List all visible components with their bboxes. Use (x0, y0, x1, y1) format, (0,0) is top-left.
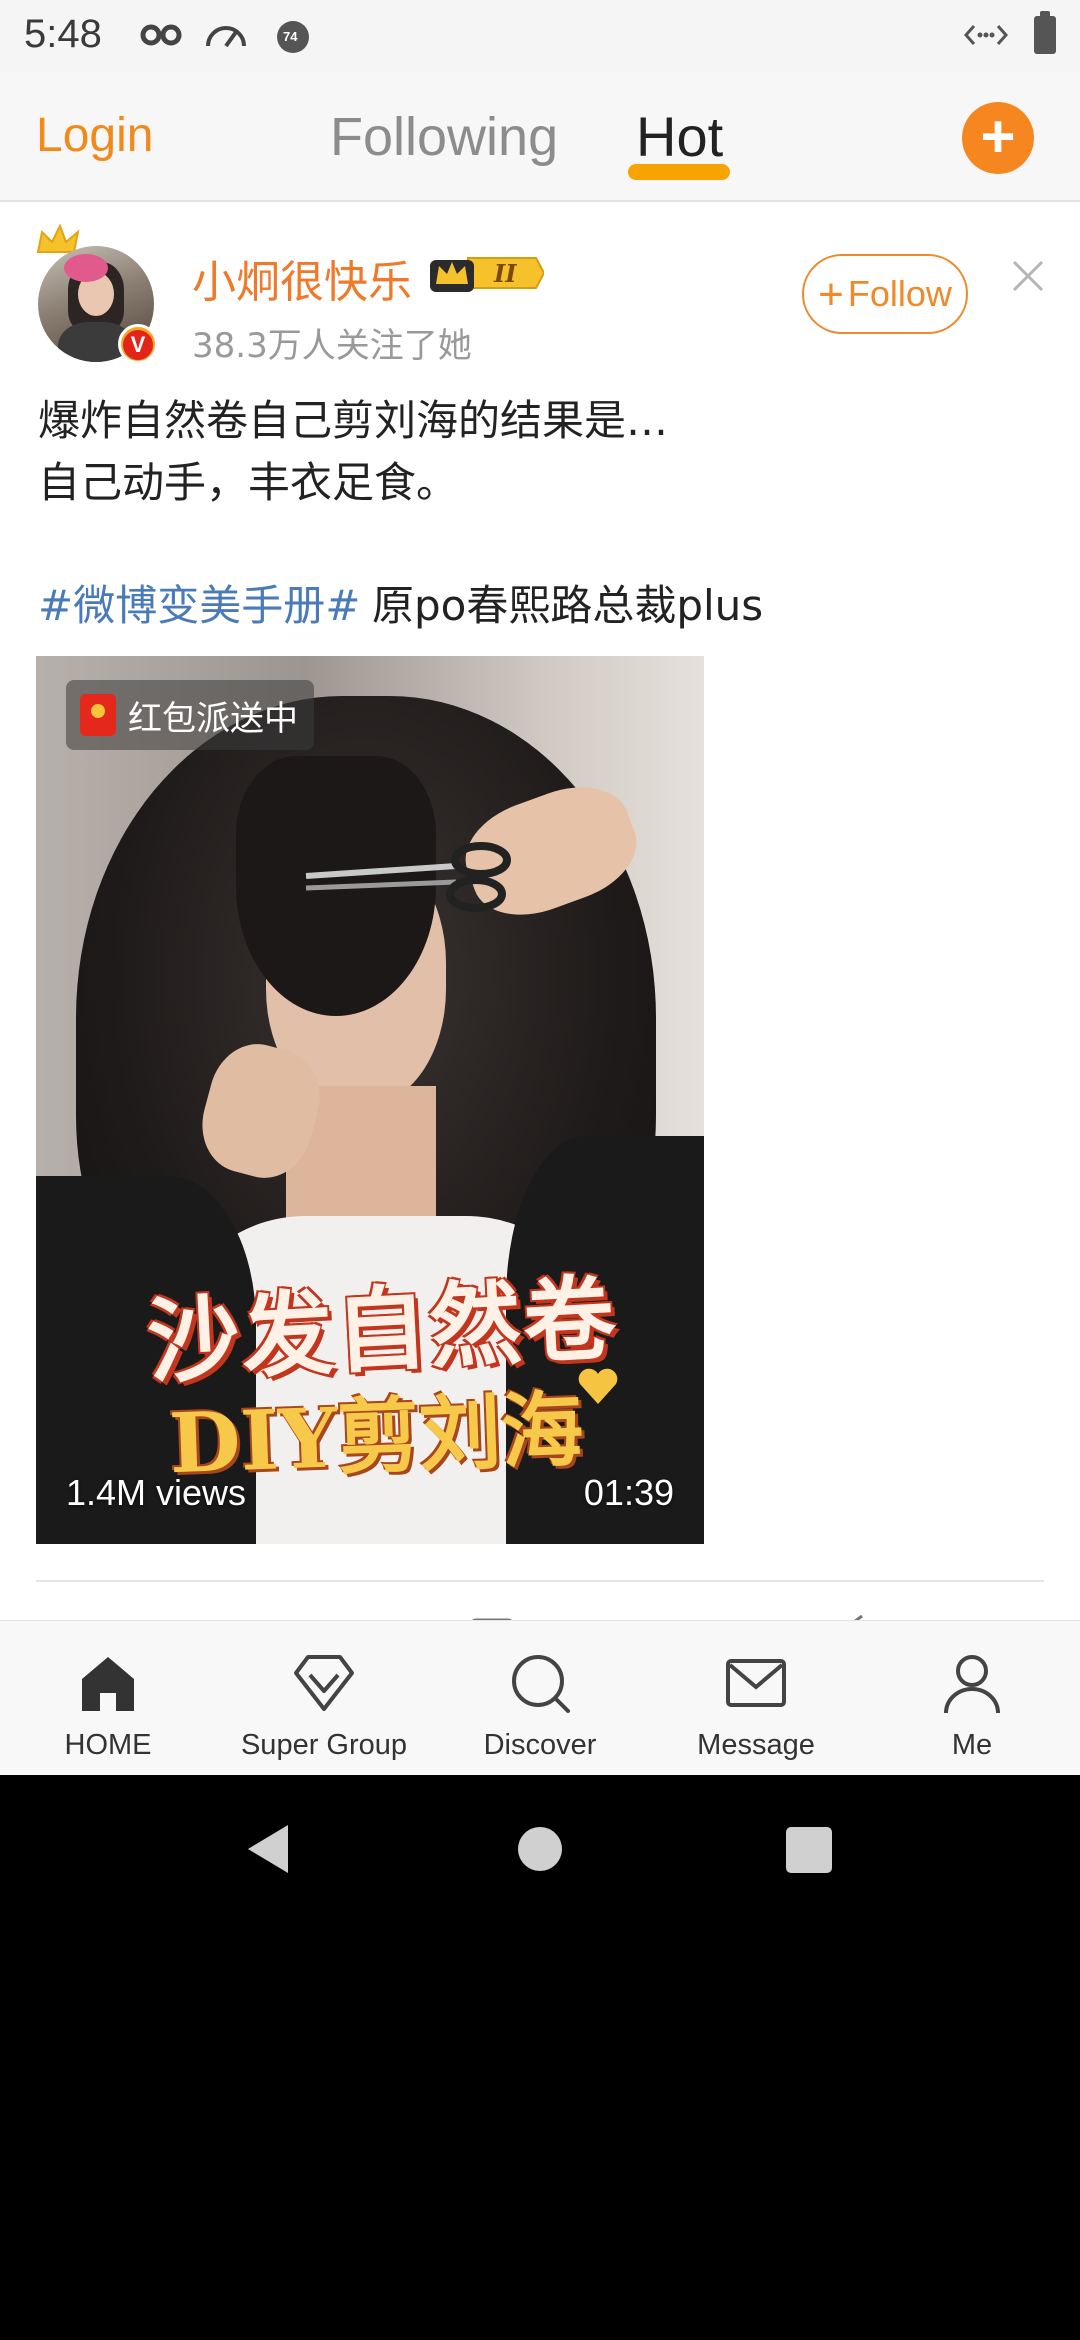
tab-hot[interactable]: Hot (636, 104, 723, 169)
tab-discover[interactable]: Discover (432, 1621, 648, 1775)
red-packet-label: 红包派送中 (128, 698, 298, 739)
weibo-app: 5:48 74 Login Following Hot + V 小炯很快乐 II… (0, 0, 1080, 1775)
post-text: 爆炸自然卷自己剪刘海的结果是… 自己动手，丰衣足食。 (38, 390, 1048, 514)
tab-super-group[interactable]: Super Group (216, 1621, 432, 1775)
tab-following[interactable]: Following (330, 106, 558, 168)
status-bar: 5:48 74 (0, 0, 1080, 72)
svg-text:II: II (493, 259, 517, 288)
verified-badge-icon: V (118, 324, 158, 364)
scissors-icon (305, 842, 511, 912)
post-credit-text: 原po春熙路总裁plus (372, 581, 764, 630)
compose-plus-button[interactable]: + (962, 102, 1034, 174)
tab-me[interactable]: Me (864, 1621, 1080, 1775)
username[interactable]: 小炯很快乐 (192, 246, 412, 310)
tab-label: Message (697, 1729, 815, 1761)
red-packet-icon (80, 694, 116, 736)
divider (36, 1580, 1044, 1582)
follower-count: 38.3万人关注了她 (192, 326, 472, 366)
tab-label: Super Group (240, 1729, 408, 1761)
tab-label: Discover (483, 1729, 597, 1761)
home-icon (82, 1657, 134, 1711)
battery-icon (1034, 11, 1056, 54)
speedometer-icon (206, 26, 246, 48)
topic-hashtag-link[interactable]: #微博变美手册# (38, 572, 360, 633)
video-duration: 01:39 (583, 1472, 674, 1513)
video-view-count: 1.4M views (66, 1472, 247, 1513)
plus-icon: + (818, 270, 844, 319)
post-text-line: 爆炸自然卷自己剪刘海的结果是… (38, 396, 669, 445)
top-nav: Login Following Hot + (0, 72, 1080, 202)
active-tab-indicator (628, 164, 730, 180)
person-icon (944, 1655, 1000, 1714)
login-link[interactable]: Login (36, 108, 153, 163)
vip-crown-badge-icon: II (430, 257, 544, 292)
tab-label: HOME (64, 1729, 152, 1761)
video-player[interactable]: 红包派送中 沙发自然卷 DIY剪刘海 1.4M views 01:39 (36, 656, 704, 1544)
diamond-icon (294, 1655, 354, 1711)
incognito-icon (140, 24, 182, 46)
notification-count: 74 (283, 29, 298, 44)
tab-label: Me (951, 1729, 993, 1761)
post-text-line: 自己动手，丰衣足食。 (38, 458, 459, 507)
data-transfer-icon (964, 25, 1008, 45)
mail-icon (726, 1659, 786, 1707)
home-button-icon[interactable] (518, 1827, 562, 1871)
back-icon[interactable] (244, 1823, 292, 1875)
follow-button[interactable]: + Follow (802, 254, 968, 334)
tab-home[interactable]: HOME (0, 1621, 216, 1775)
recents-icon[interactable] (786, 1827, 832, 1873)
search-icon (512, 1655, 570, 1713)
tab-message[interactable]: Message (648, 1621, 864, 1775)
system-nav-bar (0, 1775, 1080, 1925)
follow-label: Follow (847, 273, 952, 314)
status-time: 5:48 (24, 12, 102, 56)
bottom-tab-bar: HOME Super Group Discover Message Me (0, 1620, 1080, 1775)
heart-icon (578, 1368, 618, 1404)
close-icon[interactable] (1010, 258, 1046, 294)
red-packet-badge[interactable]: 红包派送中 (66, 680, 314, 750)
